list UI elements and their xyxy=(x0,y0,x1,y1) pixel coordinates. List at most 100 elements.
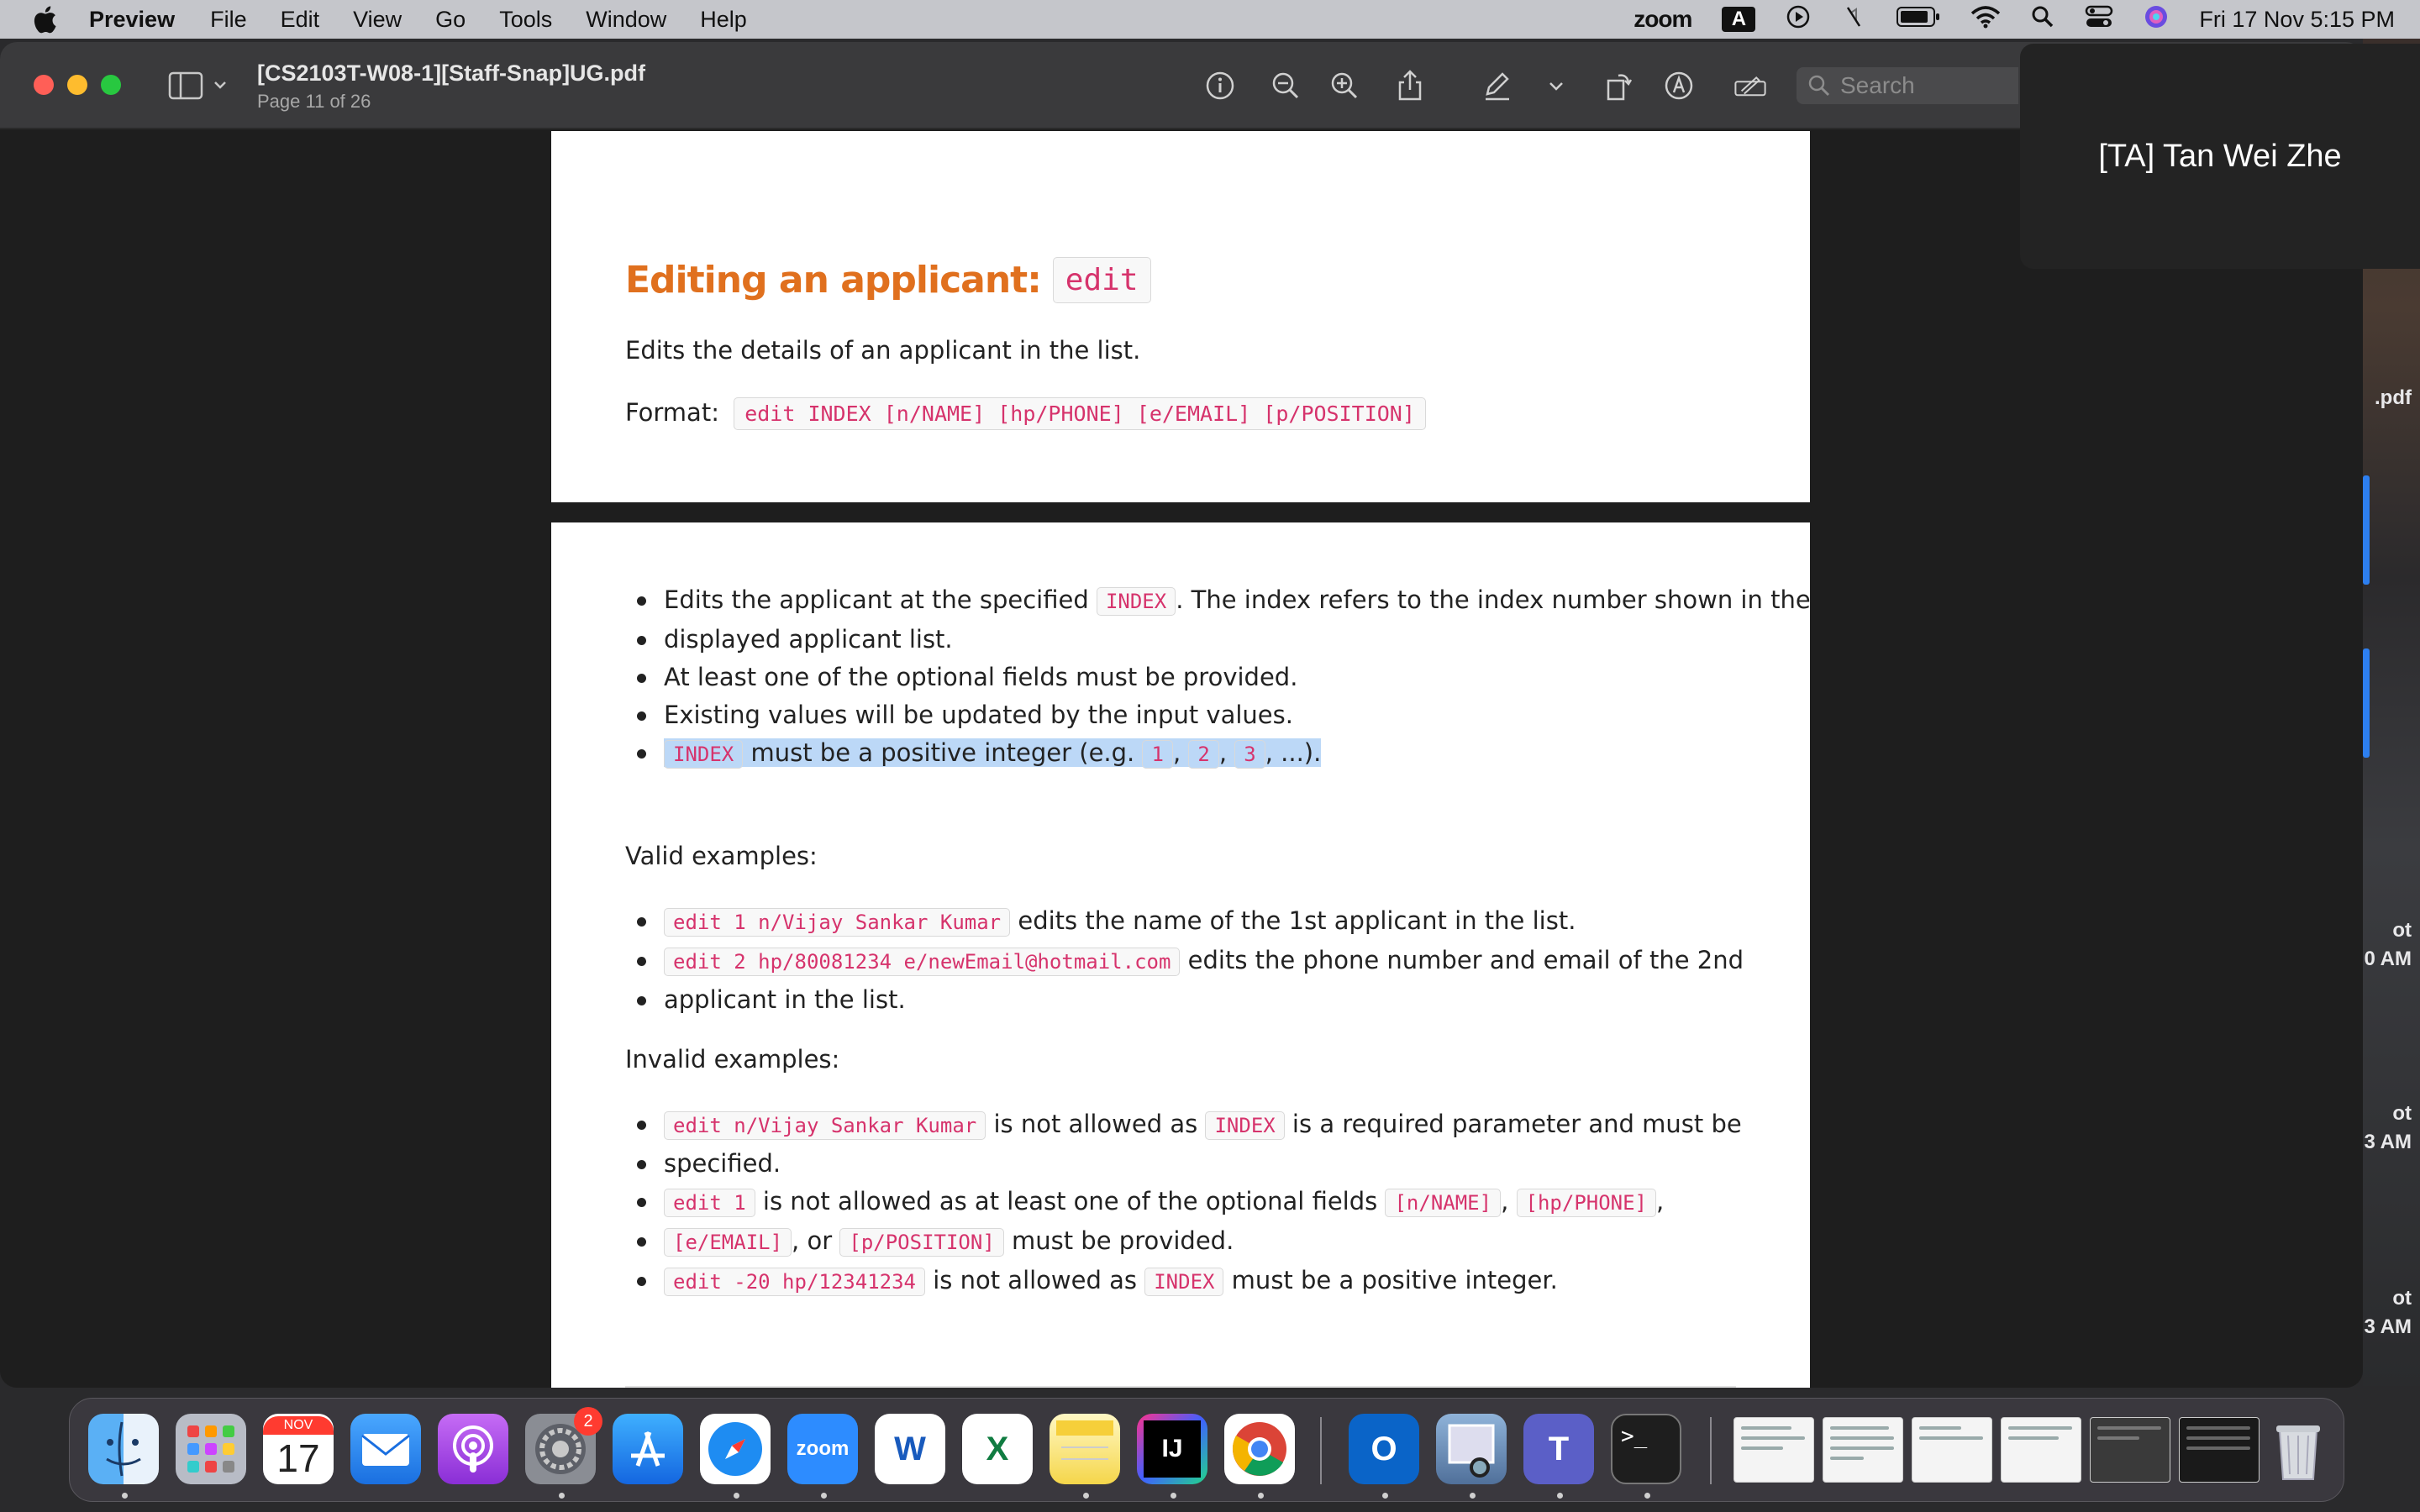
zoom-out-icon[interactable] xyxy=(1267,67,1304,104)
menubar-clock[interactable]: Fri 17 Nov 5:15 PM xyxy=(2199,7,2395,33)
app-store-icon[interactable] xyxy=(613,1414,683,1484)
list-item-continuation: specified. xyxy=(625,1145,1742,1183)
list-text: Existing values will be updated by the i… xyxy=(664,701,1293,729)
minimized-window-thumbnail[interactable] xyxy=(2090,1417,2170,1483)
zoom-app-icon[interactable]: zoom xyxy=(787,1414,858,1484)
minimized-window-thumbnail[interactable] xyxy=(1733,1417,1814,1483)
list-text: edits the phone number and email of the … xyxy=(1180,946,1744,974)
pdf-page-10: Editing an applicant: edit Edits the det… xyxy=(551,131,1810,502)
sidebar-toggle-button[interactable] xyxy=(168,71,235,101)
running-indicator xyxy=(122,1493,128,1499)
menu-go[interactable]: Go xyxy=(435,7,466,33)
zoom-status-item[interactable]: zoom xyxy=(1634,6,1692,33)
list-text: , xyxy=(1172,738,1189,767)
desktop-file-label[interactable]: ot xyxy=(2392,1102,2412,1126)
preview-app-icon[interactable] xyxy=(1436,1414,1507,1484)
system-settings-icon[interactable]: 2 xyxy=(525,1407,602,1484)
notes-icon[interactable] xyxy=(1050,1414,1120,1484)
menu-file[interactable]: File xyxy=(210,7,247,33)
highlight-pen-icon[interactable] xyxy=(1479,67,1516,104)
zoom-participant-tile[interactable]: [TA] Tan Wei Zhe xyxy=(2020,44,2420,269)
minimized-window-thumbnail[interactable] xyxy=(2179,1417,2260,1483)
battery-icon[interactable] xyxy=(1897,6,1940,34)
format-label: Format: xyxy=(625,398,719,427)
text-selection[interactable]: INDEX must be a positive integer (e.g. 1… xyxy=(664,738,1322,769)
running-indicator xyxy=(1557,1493,1563,1499)
menu-help[interactable]: Help xyxy=(700,7,747,33)
inline-code: INDEX xyxy=(1205,1111,1285,1140)
desktop-file-label[interactable]: ot xyxy=(2392,919,2412,942)
podcasts-icon[interactable] xyxy=(438,1414,508,1484)
inline-code: edit 2 hp/80081234 e/newEmail@hotmail.co… xyxy=(664,948,1181,976)
inline-code: [n/NAME] xyxy=(1385,1189,1502,1217)
desktop-selection-marker xyxy=(2363,475,2370,585)
valid-examples-label: Valid examples: xyxy=(625,842,818,870)
launchpad-icon[interactable] xyxy=(176,1414,246,1484)
control-center-icon[interactable] xyxy=(2085,4,2113,35)
outlook-icon[interactable]: O xyxy=(1349,1414,1419,1484)
word-icon[interactable]: W xyxy=(875,1414,945,1484)
inline-code: edit 1 xyxy=(664,1189,755,1217)
desktop-file-label[interactable]: 0 AM xyxy=(2365,948,2412,971)
zoom-in-icon[interactable] xyxy=(1326,67,1363,104)
desktop-file-label[interactable]: 3 AM xyxy=(2365,1315,2412,1339)
list-text: displayed applicant list. xyxy=(664,625,953,654)
safari-icon[interactable] xyxy=(700,1414,771,1484)
input-source-icon[interactable]: A xyxy=(1722,7,1756,32)
chrome-icon[interactable] xyxy=(1224,1414,1295,1484)
minimized-window-thumbnail[interactable] xyxy=(1823,1417,1903,1483)
dock-separator xyxy=(1710,1417,1712,1484)
menu-app-preview[interactable]: Preview xyxy=(89,7,175,33)
heading-text: Editing an applicant: xyxy=(625,259,1042,302)
menu-tools[interactable]: Tools xyxy=(499,7,552,33)
minimize-window-button[interactable] xyxy=(67,75,87,95)
form-fill-icon[interactable] xyxy=(1729,67,1771,104)
inline-code: 3 xyxy=(1234,740,1265,769)
inline-code: [hp/PHONE] xyxy=(1516,1189,1657,1217)
description-text: Edits the details of an applicant in the… xyxy=(625,336,1141,365)
chevron-down-icon[interactable] xyxy=(1539,67,1573,104)
finder-icon[interactable] xyxy=(88,1414,159,1484)
list-item: edit 1 is not allowed as at least one of… xyxy=(625,1183,1742,1222)
play-circle-icon[interactable] xyxy=(1786,4,1811,35)
invalid-examples-list: edit n/Vijay Sankar Kumar is not allowed… xyxy=(625,1105,1742,1301)
minimized-window-thumbnail[interactable] xyxy=(2001,1417,2081,1483)
format-line: Format: edit INDEX [n/NAME] [hp/PHONE] [… xyxy=(625,397,1426,430)
mail-icon[interactable] xyxy=(350,1414,421,1484)
apple-menu-icon[interactable] xyxy=(0,0,89,39)
menu-edit[interactable]: Edit xyxy=(281,7,320,33)
list-text: , ...). xyxy=(1265,738,1322,767)
minimized-window-thumbnail[interactable] xyxy=(1912,1417,1992,1483)
search-field[interactable] xyxy=(1797,67,2018,104)
close-window-button[interactable] xyxy=(34,75,54,95)
desktop-file-label[interactable]: ot xyxy=(2392,1287,2412,1310)
menu-view[interactable]: View xyxy=(353,7,402,33)
excel-icon[interactable]: X xyxy=(962,1414,1033,1484)
spotlight-search-icon[interactable] xyxy=(2031,5,2054,34)
inline-code: edit n/Vijay Sankar Kumar xyxy=(664,1111,986,1140)
trash-icon[interactable] xyxy=(2263,1414,2333,1484)
teams-icon[interactable]: T xyxy=(1523,1414,1594,1484)
siri-icon[interactable] xyxy=(2144,4,2169,35)
intellij-icon[interactable]: IJ xyxy=(1137,1414,1207,1484)
markup-icon[interactable] xyxy=(1660,67,1697,104)
mute-icon[interactable] xyxy=(1841,4,1866,35)
list-text: , xyxy=(1656,1187,1665,1215)
rotate-icon[interactable] xyxy=(1600,67,1637,104)
dock-separator xyxy=(1320,1417,1322,1484)
share-icon[interactable] xyxy=(1392,67,1428,104)
desktop-file-label[interactable]: 3 AM xyxy=(2365,1131,2412,1154)
terminal-icon[interactable]: >_ xyxy=(1611,1414,1681,1484)
menu-window[interactable]: Window xyxy=(586,7,666,33)
calendar-icon[interactable]: NOV 17 xyxy=(263,1414,334,1484)
fullscreen-window-button[interactable] xyxy=(101,75,121,95)
search-input[interactable] xyxy=(1840,72,2008,99)
inline-code: 1 xyxy=(1142,740,1173,769)
list-text: is a required parameter and must be xyxy=(1284,1110,1742,1138)
list-item: edit n/Vijay Sankar Kumar is not allowed… xyxy=(625,1105,1742,1145)
document-title: [CS2103T-W08-1][Staff-Snap]UG.pdf xyxy=(257,60,646,86)
notification-badge: 2 xyxy=(574,1407,602,1436)
wifi-icon[interactable] xyxy=(1970,5,2001,34)
info-icon[interactable] xyxy=(1202,67,1239,104)
desktop-file-label[interactable]: .pdf xyxy=(2375,386,2412,410)
